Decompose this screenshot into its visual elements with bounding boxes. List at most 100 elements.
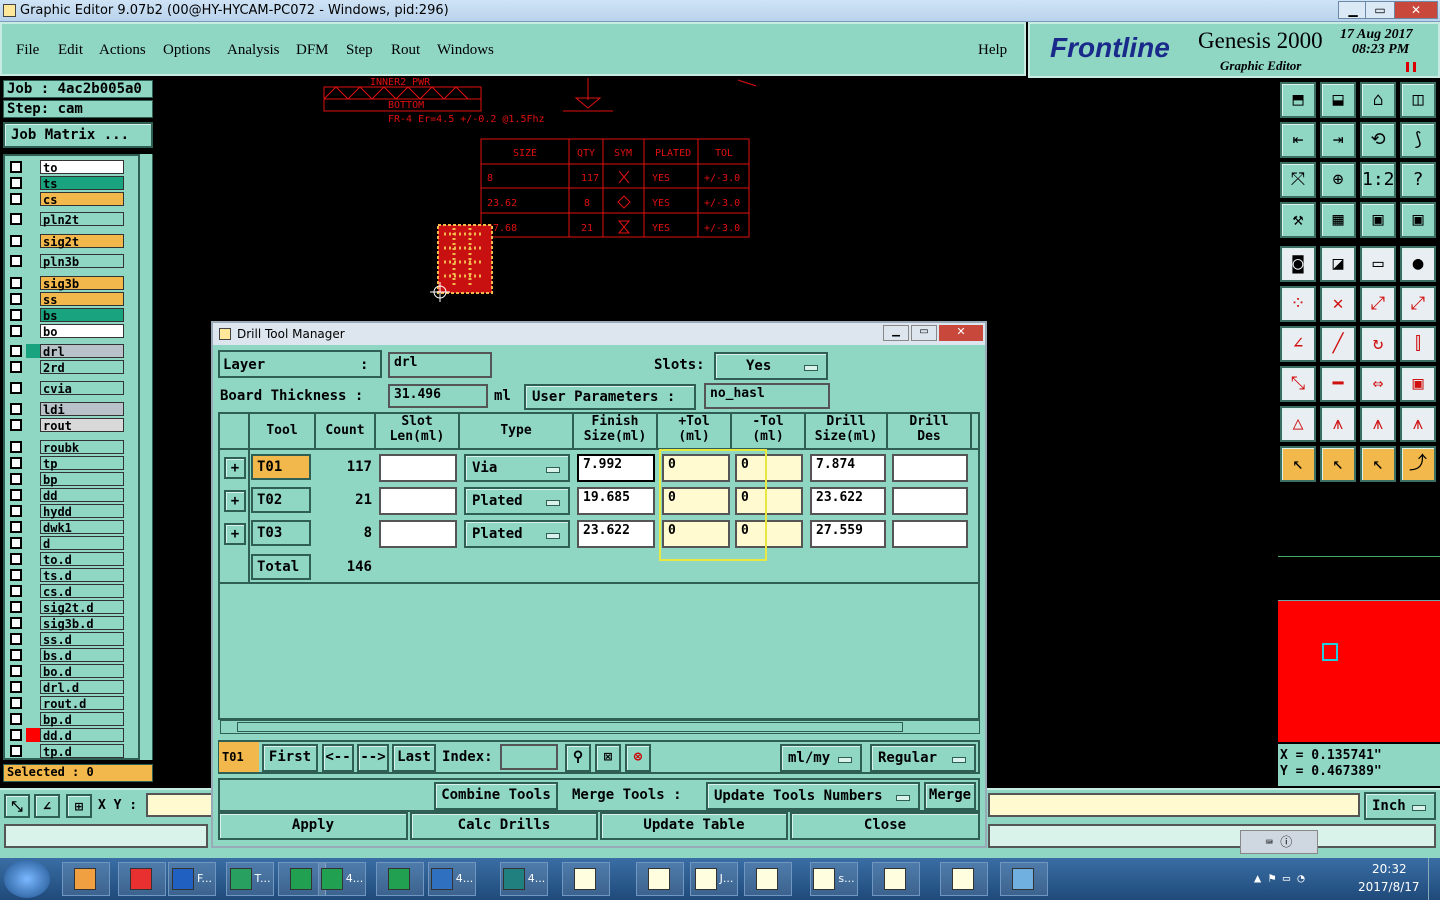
slash-icon[interactable]: ╱ [1320, 326, 1356, 362]
expand-row-icon[interactable]: + [224, 457, 246, 479]
layer-row-tp.d[interactable]: tp.d [8, 744, 124, 759]
layer-name[interactable]: hydd [40, 504, 124, 519]
maximize-button[interactable]: ▭ [1365, 1, 1395, 19]
layer-name[interactable]: to.d [40, 552, 124, 567]
board-thickness-field[interactable]: 31.496 [388, 384, 488, 408]
expand-row-icon[interactable]: + [224, 490, 246, 512]
layer-name[interactable]: drl.d [40, 680, 124, 695]
dot-icon[interactable]: ● [1400, 246, 1436, 282]
layer-row-bo.d[interactable]: bo.d [8, 664, 124, 679]
taskbar-app-button[interactable] [1000, 862, 1048, 896]
layer-checkbox[interactable] [10, 325, 22, 337]
layer-row-sig2t[interactable]: sig2t [8, 234, 124, 249]
layer-name[interactable]: rout [40, 418, 124, 433]
layer-name[interactable]: bo [40, 324, 124, 339]
layer-name[interactable]: drl [40, 344, 124, 359]
taskbar-app-button[interactable]: T... [226, 862, 274, 896]
grid-icon[interactable]: ⊞ [66, 794, 92, 818]
arc3-icon[interactable]: ⩚ [1400, 406, 1436, 442]
layer-checkbox[interactable] [10, 309, 22, 321]
layer-row-sig2t.d[interactable]: sig2t.d [8, 600, 124, 615]
layer-checkbox[interactable] [10, 489, 22, 501]
layer-checkbox[interactable] [10, 419, 22, 431]
layer-row-drl[interactable]: drl [8, 344, 124, 359]
layer-checkbox[interactable] [10, 537, 22, 549]
layer-checkbox[interactable] [10, 521, 22, 533]
copy-icon[interactable]: ⤢ [1400, 286, 1436, 322]
layer-name[interactable]: dd.d [40, 728, 124, 743]
layer-row-to.d[interactable]: to.d [8, 552, 124, 567]
layer-row-ts[interactable]: ts [8, 176, 124, 191]
taskbar-app-button[interactable]: 4... [428, 862, 476, 896]
layer-row-ldi[interactable]: ldi [8, 402, 124, 417]
layer-checkbox[interactable] [10, 277, 22, 289]
drill-size-field[interactable]: 7.874 [810, 454, 886, 482]
redo-icon[interactable]: ⟆ [1400, 122, 1436, 158]
pointer2-icon[interactable]: ↖ [1320, 446, 1356, 482]
layer-row-cvia[interactable]: cvia [8, 381, 124, 396]
tool-id-cell[interactable]: T03 [251, 520, 311, 546]
layer-checkbox[interactable] [10, 505, 22, 517]
help-icon[interactable]: ? [1400, 162, 1436, 198]
command-strip[interactable] [988, 793, 1360, 817]
select-all-icon[interactable]: ⊠ [595, 744, 621, 772]
layer-checkbox[interactable] [10, 697, 22, 709]
layer-row-to[interactable]: to [8, 160, 124, 175]
layer-name[interactable]: sig3b [40, 276, 124, 291]
tool-id-cell[interactable]: T02 [251, 487, 311, 513]
layer-row-cs[interactable]: cs [8, 192, 124, 207]
layer-checkbox[interactable] [10, 403, 22, 415]
layer-row-hydd[interactable]: hydd [8, 504, 124, 519]
layer-checkbox[interactable] [10, 745, 22, 757]
layer-row-bs[interactable]: bs [8, 308, 124, 323]
layer-checkbox[interactable] [10, 441, 22, 453]
close-dialog-button[interactable]: Close [790, 812, 980, 840]
menu-windows[interactable]: Windows [437, 42, 494, 59]
layer-name[interactable]: ts.d [40, 568, 124, 583]
angle-icon[interactable]: ∠ [1280, 326, 1316, 362]
calc-drills-button[interactable]: Calc Drills [410, 812, 598, 840]
snap-icon[interactable]: ⤡ [4, 794, 30, 818]
layer-checkbox[interactable] [10, 553, 22, 565]
xy-input[interactable] [146, 793, 216, 817]
layer-row-dd.d[interactable]: dd.d [8, 728, 124, 743]
layer-row-bo[interactable]: bo [8, 324, 124, 339]
drill-size-field[interactable]: 23.622 [810, 487, 886, 515]
dialog-close-button[interactable]: ✕ [939, 325, 983, 341]
first-button[interactable]: First [262, 744, 318, 772]
layers-alt-icon[interactable]: ▣ [1400, 202, 1436, 238]
layer-name[interactable]: sig3b.d [40, 616, 124, 631]
layer-name[interactable]: ss.d [40, 632, 124, 647]
user-parameters-field[interactable]: no_hasl [704, 383, 830, 409]
layer-name[interactable]: cs [40, 192, 124, 207]
layer-row-ts.d[interactable]: ts.d [8, 568, 124, 583]
layer-name[interactable]: bo.d [40, 664, 124, 679]
layer-row-bp.d[interactable]: bp.d [8, 712, 124, 727]
menu-step[interactable]: Step [346, 42, 373, 59]
tray-flyout[interactable]: ⌨ ⓘ [1240, 830, 1318, 854]
layer-name[interactable]: pln3b [40, 254, 124, 269]
layer-row-d[interactable]: d [8, 536, 124, 551]
layer-name[interactable]: cs.d [40, 584, 124, 599]
dialog-minimize-button[interactable]: ▁ [883, 325, 909, 341]
layer-name[interactable]: tp.d [40, 744, 124, 759]
start-button[interactable] [4, 860, 50, 898]
layer-row-dwk1[interactable]: dwk1 [8, 520, 124, 535]
lightbulb-icon[interactable]: ⚲ [565, 744, 591, 772]
unit-dropdown[interactable]: Inch [1364, 792, 1436, 820]
finish-size-field[interactable]: 7.992 [577, 454, 655, 482]
layer-name[interactable]: ts [40, 176, 124, 191]
apply-button[interactable]: Apply [218, 812, 408, 840]
drill-des-field[interactable] [892, 520, 968, 548]
layer-checkbox[interactable] [10, 382, 22, 394]
drill-size-field[interactable]: 27.559 [810, 520, 886, 548]
pad-icon[interactable]: ◙ [1280, 246, 1316, 282]
taskbar-app-button[interactable]: 4... [500, 862, 548, 896]
layer-checkbox[interactable] [10, 193, 22, 205]
measure-icon[interactable]: ∠ [34, 794, 60, 818]
layer-checkbox[interactable] [10, 457, 22, 469]
dialog-maximize-button[interactable]: ▭ [911, 325, 937, 341]
update-tools-numbers-dropdown[interactable]: Update Tools Numbers [706, 782, 920, 810]
layer-name[interactable]: dwk1 [40, 520, 124, 535]
type-dropdown[interactable]: Plated [464, 520, 570, 548]
